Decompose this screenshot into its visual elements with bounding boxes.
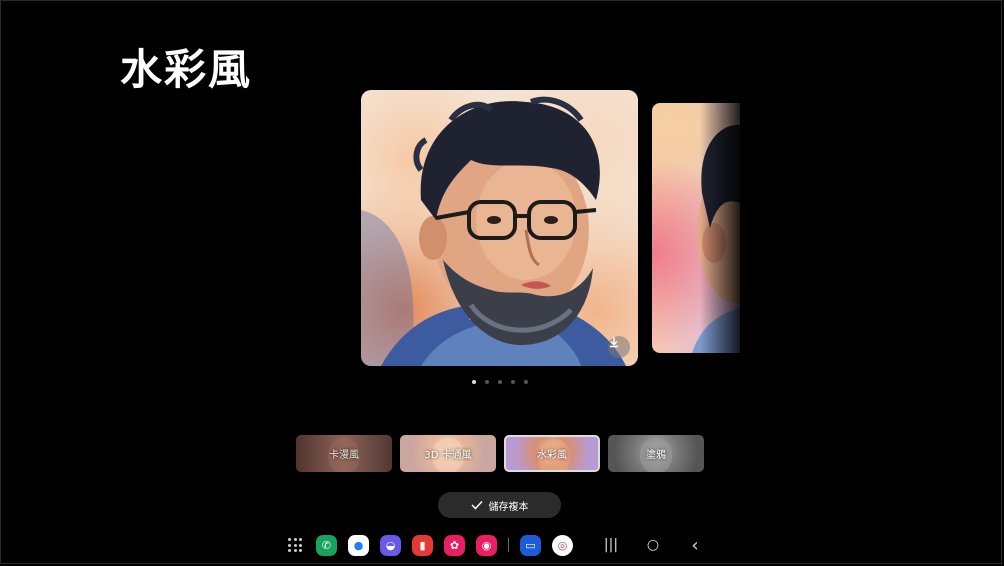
- flipboard-app-icon[interactable]: ▮: [412, 534, 433, 556]
- page-dot[interactable]: [472, 380, 476, 384]
- save-copy-label: 儲存複本: [488, 501, 529, 513]
- chrome-app-icon[interactable]: ◎: [552, 534, 573, 556]
- style-chip-3d-cartoon[interactable]: 3D 卡通風: [400, 435, 496, 472]
- style-chip-label: 水彩風: [537, 450, 567, 461]
- style-chip-cartoon[interactable]: 卡漫風: [296, 435, 392, 472]
- taskbar: ✆ ● ◒ ▮ ✿ ◉ ▭ ◎ ||| ○ ‹: [286, 532, 710, 558]
- download-icon: [610, 337, 618, 348]
- blossom-app-icon[interactable]: ✿: [444, 534, 465, 556]
- style-chip-label: 卡漫風: [329, 450, 359, 461]
- style-selector: 卡漫風 3D 卡通風 水彩風 塗鴉: [296, 435, 704, 472]
- save-copy-button[interactable]: 儲存複本: [438, 492, 561, 518]
- check-icon: [470, 500, 483, 510]
- next-portrait-card[interactable]: [652, 103, 740, 353]
- page-dot[interactable]: [485, 380, 489, 384]
- taskbar-divider: [508, 538, 509, 552]
- portrait-card[interactable]: [361, 90, 638, 366]
- carousel-pagination: [472, 380, 528, 384]
- phone-app-icon[interactable]: ✆: [316, 534, 337, 556]
- notes-app-icon[interactable]: ▭: [520, 534, 541, 556]
- style-chip-watercolor[interactable]: 水彩風: [504, 435, 600, 472]
- back-nav-icon[interactable]: ‹: [680, 535, 710, 556]
- recents-nav-icon[interactable]: |||: [596, 537, 626, 553]
- style-chip-doodle[interactable]: 塗鴉: [608, 435, 704, 472]
- page-title: 水彩風: [120, 45, 253, 94]
- watercolor-portrait-image: [361, 96, 626, 366]
- camera-app-icon[interactable]: ◉: [476, 534, 497, 556]
- app-drawer-icon[interactable]: [288, 537, 304, 553]
- page-dot[interactable]: [511, 380, 515, 384]
- home-nav-icon[interactable]: ○: [638, 537, 668, 553]
- page-dot[interactable]: [524, 380, 528, 384]
- internet-app-icon[interactable]: ◒: [380, 534, 401, 556]
- messages-app-icon[interactable]: ●: [348, 534, 369, 556]
- style-chip-label: 塗鴉: [646, 450, 666, 461]
- page-dot[interactable]: [498, 380, 502, 384]
- edge-fade: [700, 103, 740, 353]
- style-chip-label: 3D 卡通風: [424, 450, 472, 461]
- download-button[interactable]: [608, 336, 630, 358]
